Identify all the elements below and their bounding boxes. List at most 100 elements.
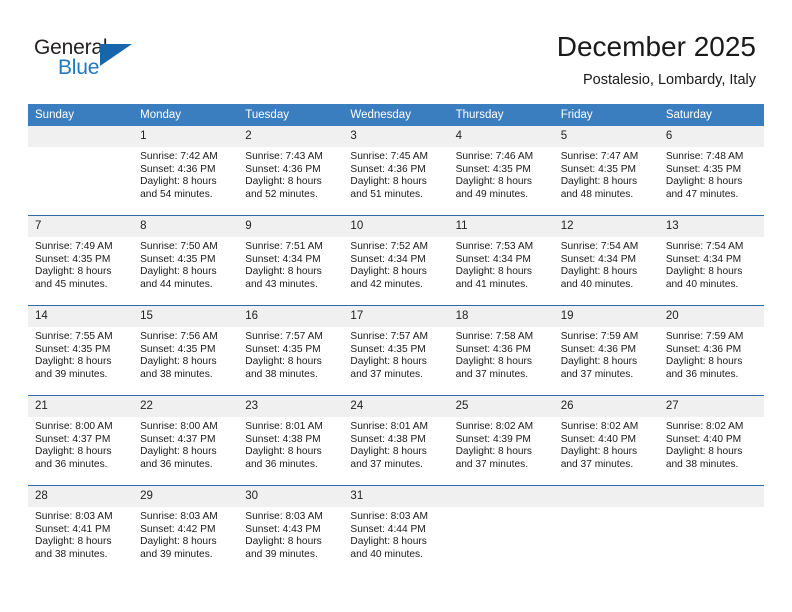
day-info: Sunrise: 8:01 AM Sunset: 4:38 PM Daylight:… bbox=[238, 417, 343, 471]
calendar-day-cell[interactable]: 3 Sunrise: 7:45 AM Sunset: 4:36 PM Daylight… bbox=[343, 126, 449, 216]
daylight-text-line2: and 51 minutes. bbox=[350, 188, 423, 200]
sunset-text: Sunset: 4:36 PM bbox=[350, 163, 426, 175]
sunrise-text: Sunrise: 7:55 AM bbox=[35, 331, 113, 342]
calendar-day-cell[interactable]: 5 Sunrise: 7:47 AM Sunset: 4:35 PM Daylight… bbox=[553, 126, 659, 216]
daylight-text-line2: and 37 minutes. bbox=[560, 458, 634, 470]
day-number: 26 bbox=[553, 396, 659, 417]
calendar-day-cell[interactable]: 21 Sunrise: 8:00 AM Sunset: 4:37 PM Dayligh… bbox=[28, 395, 134, 486]
daylight-text-line1: Daylight: 8 hours bbox=[560, 356, 638, 368]
day-info: Sunrise: 7:57 AM Sunset: 4:35 PM Daylight:… bbox=[238, 327, 343, 381]
daylight-text-line1: Daylight: 8 hours bbox=[245, 356, 322, 368]
day-info: Sunrise: 7:54 AM Sunset: 4:34 PM Daylight:… bbox=[554, 237, 659, 291]
calendar-day-cell[interactable]: 20 Sunrise: 7:59 AM Sunset: 4:36 PM Dayligh… bbox=[658, 305, 764, 396]
calendar-day-cell[interactable]: 12 Sunrise: 7:54 AM Sunset: 4:34 PM Dayligh… bbox=[553, 215, 659, 306]
sunset-text: Sunset: 4:40 PM bbox=[560, 433, 637, 445]
calendar-day-cell[interactable]: 11 Sunrise: 7:53 AM Sunset: 4:34 PM Dayligh… bbox=[448, 215, 554, 306]
sunrise-text: Sunrise: 8:01 AM bbox=[350, 421, 429, 432]
weekday-header-wednesday: Wednesday bbox=[343, 104, 449, 126]
day-number: 11 bbox=[448, 216, 554, 237]
sunrise-text: Sunrise: 7:57 AM bbox=[350, 331, 429, 342]
calendar-day-cell[interactable]: 30 Sunrise: 8:03 AM Sunset: 4:43 PM Dayligh… bbox=[238, 485, 344, 575]
calendar-day-cell[interactable]: 8 Sunrise: 7:50 AM Sunset: 4:35 PM Daylight… bbox=[133, 215, 239, 306]
day-number: 20 bbox=[658, 306, 764, 327]
calendar-day-cell[interactable]: 24 Sunrise: 8:01 AM Sunset: 4:38 PM Dayligh… bbox=[343, 395, 449, 486]
day-number: 7 bbox=[28, 216, 134, 237]
sunset-text: Sunset: 4:42 PM bbox=[140, 523, 216, 535]
day-number: 5 bbox=[553, 126, 659, 147]
calendar-day-cell[interactable]: 31 Sunrise: 8:03 AM Sunset: 4:44 PM Dayligh… bbox=[343, 485, 449, 575]
daylight-text-line2: and 37 minutes. bbox=[350, 458, 423, 470]
calendar-day-cell[interactable]: 19 Sunrise: 7:59 AM Sunset: 4:36 PM Dayligh… bbox=[553, 305, 659, 396]
sunrise-text: Sunrise: 8:02 AM bbox=[455, 421, 534, 432]
day-number: 4 bbox=[448, 126, 554, 147]
daylight-text-line1: Daylight: 8 hours bbox=[140, 536, 217, 548]
day-info: Sunrise: 7:52 AM Sunset: 4:34 PM Daylight:… bbox=[343, 237, 448, 291]
calendar-day-cell[interactable]: 13 Sunrise: 7:54 AM Sunset: 4:34 PM Dayligh… bbox=[658, 215, 764, 306]
sunrise-text: Sunrise: 7:59 AM bbox=[560, 331, 639, 342]
calendar-day-cell[interactable]: 23 Sunrise: 8:01 AM Sunset: 4:38 PM Dayligh… bbox=[238, 395, 344, 486]
day-number: 9 bbox=[238, 216, 344, 237]
calendar-day-cell[interactable]: 22 Sunrise: 8:00 AM Sunset: 4:37 PM Dayligh… bbox=[133, 395, 239, 486]
calendar-day-cell[interactable]: 15 Sunrise: 7:56 AM Sunset: 4:35 PM Dayligh… bbox=[133, 305, 239, 396]
calendar-day-cell[interactable]: 7 Sunrise: 7:49 AM Sunset: 4:35 PM Daylight… bbox=[28, 215, 134, 306]
daylight-text-line2: and 36 minutes. bbox=[245, 458, 318, 470]
general-blue-logo[interactable]: General Blue bbox=[34, 36, 154, 84]
daylight-text-line2: and 41 minutes. bbox=[455, 278, 529, 290]
day-info: Sunrise: 7:43 AM Sunset: 4:36 PM Daylight:… bbox=[238, 147, 343, 201]
daylight-text-line1: Daylight: 8 hours bbox=[140, 446, 217, 458]
calendar-day-cell[interactable]: 17 Sunrise: 7:57 AM Sunset: 4:35 PM Dayligh… bbox=[343, 305, 449, 396]
day-number bbox=[28, 126, 134, 147]
sunset-text: Sunset: 4:36 PM bbox=[560, 343, 637, 355]
day-info: Sunrise: 7:55 AM Sunset: 4:35 PM Daylight:… bbox=[28, 327, 133, 381]
daylight-text-line2: and 47 minutes. bbox=[665, 188, 739, 200]
day-info: Sunrise: 7:59 AM Sunset: 4:36 PM Daylight:… bbox=[554, 327, 659, 381]
day-number: 13 bbox=[658, 216, 764, 237]
daylight-text-line1: Daylight: 8 hours bbox=[35, 356, 112, 368]
calendar-day-cell-empty bbox=[28, 126, 134, 216]
day-number: 15 bbox=[133, 306, 239, 327]
daylight-text-line2: and 38 minutes. bbox=[245, 368, 318, 380]
sunset-text: Sunset: 4:35 PM bbox=[245, 343, 321, 355]
calendar-day-cell[interactable]: 16 Sunrise: 7:57 AM Sunset: 4:35 PM Dayligh… bbox=[238, 305, 344, 396]
sunrise-text: Sunrise: 7:53 AM bbox=[455, 241, 534, 252]
daylight-text-line2: and 39 minutes. bbox=[140, 548, 213, 560]
calendar-day-cell[interactable]: 26 Sunrise: 8:02 AM Sunset: 4:40 PM Dayligh… bbox=[553, 395, 659, 486]
day-number: 16 bbox=[238, 306, 344, 327]
daylight-text-line2: and 54 minutes. bbox=[140, 188, 213, 200]
calendar-day-cell[interactable]: 14 Sunrise: 7:55 AM Sunset: 4:35 PM Dayligh… bbox=[28, 305, 134, 396]
day-info: Sunrise: 7:42 AM Sunset: 4:36 PM Daylight:… bbox=[133, 147, 238, 201]
calendar-day-cell-empty bbox=[553, 485, 659, 575]
calendar-day-cell[interactable]: 28 Sunrise: 8:03 AM Sunset: 4:41 PM Dayligh… bbox=[28, 485, 134, 575]
sunrise-text: Sunrise: 7:50 AM bbox=[140, 241, 218, 252]
calendar-day-cell[interactable]: 27 Sunrise: 8:02 AM Sunset: 4:40 PM Dayligh… bbox=[658, 395, 764, 486]
weekday-header-tuesday: Tuesday bbox=[238, 104, 344, 126]
calendar-day-cell[interactable]: 6 Sunrise: 7:48 AM Sunset: 4:35 PM Daylight… bbox=[658, 126, 764, 216]
calendar-day-cell[interactable]: 29 Sunrise: 8:03 AM Sunset: 4:42 PM Dayligh… bbox=[133, 485, 239, 575]
day-info: Sunrise: 7:54 AM Sunset: 4:34 PM Daylight:… bbox=[659, 237, 764, 291]
sunrise-text: Sunrise: 8:00 AM bbox=[35, 421, 113, 432]
daylight-text-line1: Daylight: 8 hours bbox=[455, 176, 533, 188]
day-info: Sunrise: 8:03 AM Sunset: 4:42 PM Daylight:… bbox=[133, 507, 238, 561]
calendar-day-cell[interactable]: 10 Sunrise: 7:52 AM Sunset: 4:34 PM Dayligh… bbox=[343, 215, 449, 306]
daylight-text-line1: Daylight: 8 hours bbox=[140, 356, 217, 368]
sunset-text: Sunset: 4:38 PM bbox=[245, 433, 321, 445]
calendar-day-cell[interactable]: 25 Sunrise: 8:02 AM Sunset: 4:39 PM Dayligh… bbox=[448, 395, 554, 486]
sunset-text: Sunset: 4:39 PM bbox=[455, 433, 531, 445]
sunrise-text: Sunrise: 7:59 AM bbox=[665, 331, 744, 342]
day-number: 18 bbox=[448, 306, 554, 327]
calendar-day-cell[interactable]: 18 Sunrise: 7:58 AM Sunset: 4:36 PM Dayligh… bbox=[448, 305, 554, 396]
calendar-day-cell[interactable]: 2 Sunrise: 7:43 AM Sunset: 4:36 PM Daylight… bbox=[238, 126, 344, 216]
daylight-text-line1: Daylight: 8 hours bbox=[35, 266, 112, 278]
title-block: December 2025 Postalesio, Lombardy, Ital… bbox=[557, 30, 756, 90]
sunset-text: Sunset: 4:35 PM bbox=[665, 163, 742, 175]
calendar-day-cell[interactable]: 9 Sunrise: 7:51 AM Sunset: 4:34 PM Daylight… bbox=[238, 215, 344, 306]
daylight-text-line2: and 40 minutes. bbox=[560, 278, 634, 290]
sunrise-text: Sunrise: 7:54 AM bbox=[665, 241, 744, 252]
sunrise-text: Sunrise: 8:02 AM bbox=[665, 421, 744, 432]
sunset-text: Sunset: 4:34 PM bbox=[455, 253, 531, 265]
sunset-text: Sunset: 4:40 PM bbox=[665, 433, 742, 445]
sunset-text: Sunset: 4:37 PM bbox=[35, 433, 111, 445]
daylight-text-line2: and 36 minutes. bbox=[665, 368, 739, 380]
calendar-day-cell[interactable]: 4 Sunrise: 7:46 AM Sunset: 4:35 PM Daylight… bbox=[448, 126, 554, 216]
calendar-day-cell[interactable]: 1 Sunrise: 7:42 AM Sunset: 4:36 PM Daylight… bbox=[133, 126, 239, 216]
